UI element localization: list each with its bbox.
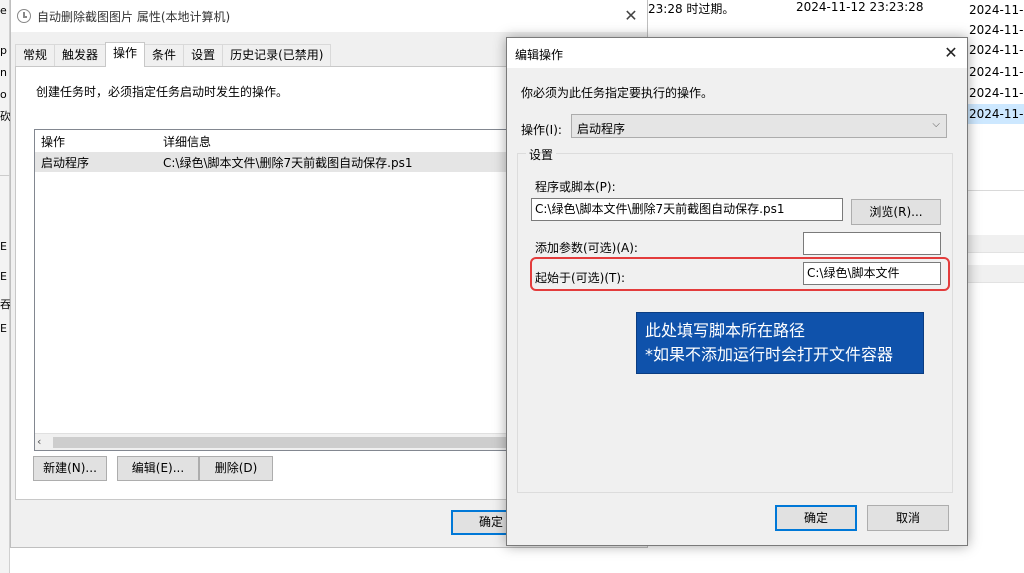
tab-history[interactable]: 历史记录(已禁用): [222, 44, 332, 66]
left-pane-char: e: [0, 4, 7, 17]
column-header-action[interactable]: 操作: [41, 133, 65, 150]
left-pane-char: E: [0, 322, 7, 335]
start-in-highlight: [530, 257, 950, 291]
detail-band: [966, 265, 1024, 283]
edit-action-button[interactable]: 编辑(E)...: [117, 456, 199, 481]
arguments-input[interactable]: [803, 232, 941, 255]
left-pane-char: E: [0, 240, 7, 253]
scroll-left-icon[interactable]: ‹: [37, 434, 41, 450]
new-action-button[interactable]: 新建(N)...: [33, 456, 107, 481]
column-header-details[interactable]: 详细信息: [163, 133, 211, 150]
actions-list[interactable]: 操作 详细信息 启动程序 C:\绿色\脚本文件\删除7天前截图自动保存.ps1 …: [34, 129, 534, 451]
browse-button[interactable]: 浏览(R)...: [851, 199, 941, 225]
tab-settings[interactable]: 设置: [183, 44, 224, 66]
table-row[interactable]: 启动程序 C:\绿色\脚本文件\删除7天前截图自动保存.ps1: [35, 152, 533, 172]
program-input[interactable]: C:\绿色\脚本文件\删除7天前截图自动保存.ps1: [531, 198, 843, 221]
task-expiry-text: 23:28 时过期。 2024-11-12 23:23:28: [648, 0, 923, 17]
task-row-time[interactable]: 2024-11-12 11:0: [966, 20, 1024, 40]
tab-triggers[interactable]: 触发器: [54, 44, 107, 66]
action-type-label: 操作(I):: [521, 123, 562, 137]
clock-icon: [17, 9, 31, 23]
delete-action-button[interactable]: 删除(D): [199, 456, 273, 481]
left-pane-char: n: [0, 66, 7, 79]
edit-action-dialog: 编辑操作 ✕ 你必须为此任务指定要执行的操作。 操作(I): 启动程序 ⌵ 设置…: [506, 37, 968, 546]
action-type-value: 启动程序: [577, 122, 626, 136]
tab-conditions[interactable]: 条件: [144, 44, 185, 66]
actions-list-header: 操作 详细信息: [35, 130, 533, 152]
left-pane-char: o: [0, 88, 7, 101]
expiry-time: 2024-11-12 23:23:28: [796, 0, 924, 14]
tab-general[interactable]: 常规: [15, 44, 56, 66]
detail-band: [966, 235, 1024, 253]
task-detail-pane: [966, 190, 1024, 573]
properties-titlebar: 自动删除截图图片 属性(本地计算机): [11, 0, 647, 32]
task-row-time[interactable]: 2024-11-12 11:2: [966, 62, 1024, 82]
edit-cancel-button[interactable]: 取消: [867, 505, 949, 531]
properties-tabs: 常规 触发器 操作 条件 设置 历史记录(已禁用): [15, 42, 332, 67]
task-list-time-column: 2024-11-11 22:1 2024-11-12 11:0 2024-11-…: [966, 0, 1024, 190]
task-row-time[interactable]: 2024-11-12 11:0: [966, 40, 1024, 60]
task-row-time-selected[interactable]: 2024-11-12 11:4: [966, 104, 1024, 124]
annotation-callout: 此处填写脚本所在路径 *如果不添加运行时会打开文件容器: [636, 312, 924, 374]
left-pane-edge: e p n o 砍 E E 吞 E: [0, 0, 11, 573]
edit-dialog-title: 编辑操作: [515, 48, 564, 62]
annotation-line-1: 此处填写脚本所在路径: [645, 321, 806, 340]
pane-divider: [0, 175, 10, 176]
properties-title: 自动删除截图图片 属性(本地计算机): [37, 9, 231, 24]
annotation-line-2: *如果不添加运行时会打开文件容器: [645, 345, 894, 364]
edit-ok-button[interactable]: 确定: [775, 505, 857, 531]
tab-actions[interactable]: 操作: [105, 42, 146, 67]
close-icon[interactable]: ✕: [939, 42, 963, 64]
left-pane-char: p: [0, 44, 7, 57]
program-label: 程序或脚本(P):: [535, 180, 616, 194]
row-detail: C:\绿色\脚本文件\删除7天前截图自动保存.ps1: [163, 155, 413, 170]
task-row-time[interactable]: 2024-11-12 11:0: [966, 83, 1024, 103]
edit-titlebar: 编辑操作 ✕: [507, 38, 967, 68]
actions-description: 创建任务时，必须指定任务启动时发生的操作。: [36, 85, 289, 99]
chevron-down-icon: ⌵: [932, 119, 940, 130]
row-action: 启动程序: [41, 155, 90, 170]
edit-instruction: 你必须为此任务指定要执行的操作。: [521, 86, 714, 100]
close-icon[interactable]: ✕: [619, 5, 643, 27]
horizontal-scrollbar[interactable]: ‹: [35, 433, 533, 450]
settings-group-label: 设置: [526, 146, 557, 163]
arguments-label: 添加参数(可选)(A):: [535, 241, 638, 255]
left-pane-char: E: [0, 270, 7, 283]
expiry-label: 23:28 时过期。: [648, 2, 735, 16]
scrollbar-thumb[interactable]: [53, 437, 523, 448]
task-row-time[interactable]: 2024-11-11 22:1: [966, 0, 1024, 20]
action-type-select[interactable]: 启动程序 ⌵: [571, 114, 947, 138]
